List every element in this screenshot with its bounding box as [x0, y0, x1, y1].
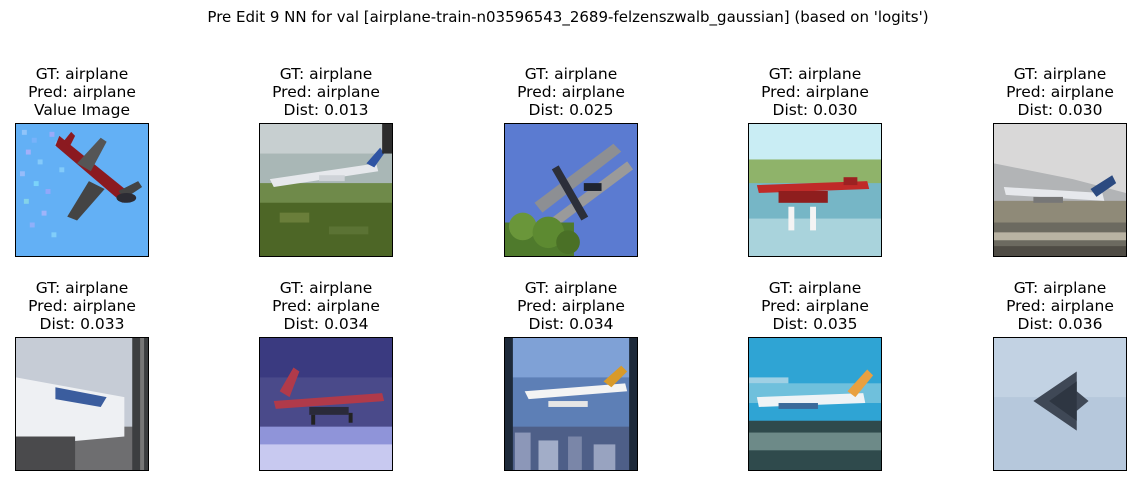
stealth-bomber-thumbnail [994, 338, 1126, 470]
panel-extra-label: Dist: 0.034 [283, 315, 369, 333]
panel-pred-label: Pred: airplane [28, 83, 136, 101]
panel-image-neighbor-6 [259, 337, 393, 471]
seaplane-city-thumbnail [505, 338, 637, 470]
panel-pred-label: Pred: airplane [1006, 297, 1114, 315]
panel-extra-label: Dist: 0.036 [1017, 315, 1103, 333]
panel-gt-label: GT: airplane [279, 65, 373, 83]
panel-image-neighbor-2 [504, 123, 638, 257]
panel-neighbor-6: GT: airplane Pred: airplane Dist: 0.034 [246, 279, 406, 333]
panel-gt-label: GT: airplane [35, 279, 129, 297]
panel-extra-label: Dist: 0.030 [772, 101, 858, 119]
panel-extra-label: Dist: 0.030 [1017, 101, 1103, 119]
biplane-thumbnail [505, 124, 637, 256]
panel-extra-label: Dist: 0.035 [772, 315, 858, 333]
panel-extra-label: Dist: 0.034 [528, 315, 614, 333]
panel-image-neighbor-8 [748, 337, 882, 471]
panel-pred-label: Pred: airplane [272, 297, 380, 315]
panel-query: GT: airplane Pred: airplane Value Image [2, 65, 162, 119]
red-jet-thumbnail [260, 338, 392, 470]
panel-pred-label: Pred: airplane [1006, 83, 1114, 101]
panel-gt-label: GT: airplane [524, 279, 618, 297]
figure-title: Pre Edit 9 NN for val [airplane-train-n0… [207, 8, 929, 26]
panel-extra-label: Dist: 0.013 [283, 101, 369, 119]
panel-image-neighbor-4 [993, 123, 1127, 257]
panel-neighbor-8: GT: airplane Pred: airplane Dist: 0.035 [735, 279, 895, 333]
panel-neighbor-5: GT: airplane Pred: airplane Dist: 0.033 [2, 279, 162, 333]
panel-neighbor-7: GT: airplane Pred: airplane Dist: 0.034 [491, 279, 651, 333]
jet-gate-thumbnail [16, 338, 148, 470]
panel-neighbor-1: GT: airplane Pred: airplane Dist: 0.013 [246, 65, 406, 119]
panel-pred-label: Pred: airplane [761, 83, 869, 101]
panel-image-neighbor-9 [993, 337, 1127, 471]
panel-pred-label: Pred: airplane [28, 297, 136, 315]
panel-gt-label: GT: airplane [768, 279, 862, 297]
panel-pred-label: Pred: airplane [517, 297, 625, 315]
panel-neighbor-2: GT: airplane Pred: airplane Dist: 0.025 [491, 65, 651, 119]
panel-extra-label: Dist: 0.025 [528, 101, 614, 119]
jet-sky-thumbnail [16, 124, 148, 256]
panel-gt-label: GT: airplane [1013, 65, 1107, 83]
panel-image-neighbor-3 [748, 123, 882, 257]
panel-gt-label: GT: airplane [279, 279, 373, 297]
panel-neighbor-4: GT: airplane Pred: airplane Dist: 0.030 [980, 65, 1136, 119]
jet-grass-thumbnail [260, 124, 392, 256]
panel-image-neighbor-7 [504, 337, 638, 471]
panel-pred-label: Pred: airplane [272, 83, 380, 101]
panel-image-query [15, 123, 149, 257]
panel-image-neighbor-1 [259, 123, 393, 257]
panel-gt-label: GT: airplane [768, 65, 862, 83]
panel-extra-label: Value Image [33, 101, 131, 119]
panel-pred-label: Pred: airplane [761, 297, 869, 315]
panel-neighbor-9: GT: airplane Pred: airplane Dist: 0.036 [980, 279, 1136, 333]
panel-gt-label: GT: airplane [35, 65, 129, 83]
panel-neighbor-3: GT: airplane Pred: airplane Dist: 0.030 [735, 65, 895, 119]
airliner-taxiway-thumbnail [749, 338, 881, 470]
floatplane-thumbnail [749, 124, 881, 256]
jet-runway-thumbnail [994, 124, 1126, 256]
panel-pred-label: Pred: airplane [517, 83, 625, 101]
panel-gt-label: GT: airplane [524, 65, 618, 83]
panel-gt-label: GT: airplane [1013, 279, 1107, 297]
panel-extra-label: Dist: 0.033 [39, 315, 125, 333]
panel-image-neighbor-5 [15, 337, 149, 471]
